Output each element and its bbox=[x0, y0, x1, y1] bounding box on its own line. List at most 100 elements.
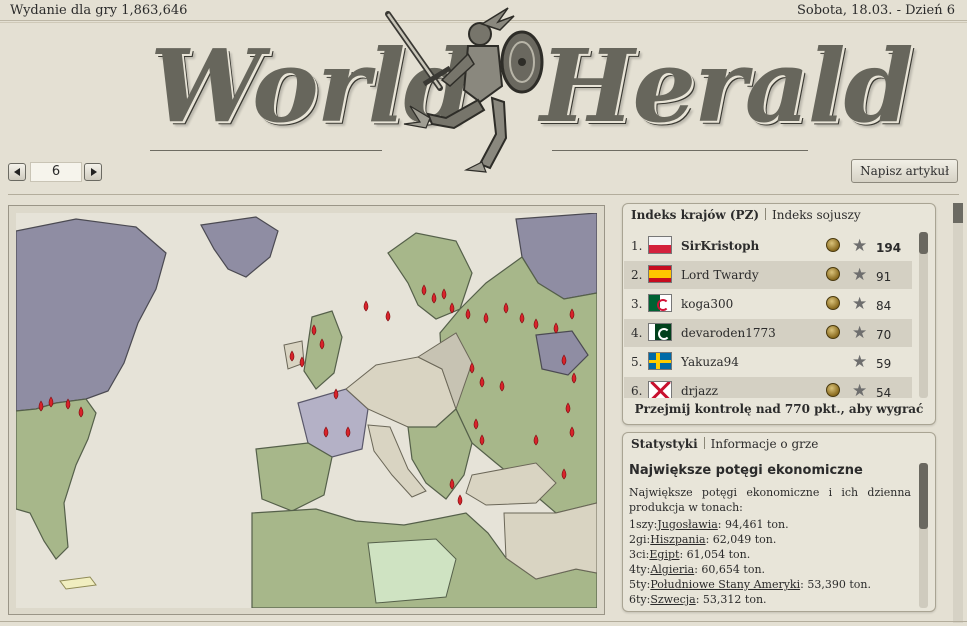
rank-number: 3. bbox=[631, 297, 643, 311]
stat-place: 4ty: bbox=[629, 563, 651, 576]
player-name[interactable]: Lord Twardy bbox=[681, 268, 759, 282]
stats-tabs: Statystyki Informacje o grze bbox=[631, 437, 818, 451]
flag-pakistan-icon bbox=[648, 323, 672, 341]
tab-game-info[interactable]: Informacje o grze bbox=[711, 437, 819, 451]
stat-value: : 53,312 ton. bbox=[695, 593, 767, 606]
tab-separator bbox=[765, 208, 767, 220]
star-icon: ★ bbox=[852, 381, 868, 398]
tab-statistics[interactable]: Statystyki bbox=[631, 437, 698, 451]
star-icon: ★ bbox=[852, 265, 868, 285]
page-number-input[interactable]: 6 bbox=[30, 162, 82, 182]
star-icon: ★ bbox=[852, 323, 868, 343]
arrow-right-icon bbox=[91, 168, 97, 176]
ranking-row[interactable]: 2. Lord Twardy ★ 91 bbox=[624, 261, 912, 289]
world-map[interactable] bbox=[16, 213, 597, 608]
flag-sweden-icon bbox=[648, 352, 672, 370]
tab-country-index[interactable]: Indeks krajów (PZ) bbox=[631, 208, 759, 222]
stat-place: 2gi: bbox=[629, 533, 651, 546]
stats-scrollbar-thumb[interactable] bbox=[919, 463, 928, 529]
country-link[interactable]: Hiszpania bbox=[650, 533, 705, 546]
stat-line: 5ty:Południowe Stany Ameryki: 53,390 ton… bbox=[629, 577, 911, 592]
tab-separator bbox=[703, 437, 705, 449]
victory-points: 194 bbox=[876, 241, 902, 255]
medal-icon bbox=[826, 325, 840, 339]
country-link[interactable]: Południowe Stany Ameryki bbox=[650, 578, 800, 591]
stat-line: 2gi:Hiszpania: 62,049 ton. bbox=[629, 532, 911, 547]
star-icon: ★ bbox=[852, 352, 868, 372]
stats-heading: Największe potęgi ekonomiczne bbox=[629, 463, 863, 478]
player-name[interactable]: drjazz bbox=[681, 384, 718, 398]
rank-number: 2. bbox=[631, 268, 643, 282]
ranking-row[interactable]: 5. Yakuza94 ★ 59 bbox=[624, 348, 912, 376]
star-icon: ★ bbox=[852, 236, 868, 256]
victory-points: 59 bbox=[876, 357, 892, 371]
stat-value: : 61,054 ton. bbox=[679, 548, 751, 561]
flag-burgundy-icon bbox=[648, 381, 672, 398]
masthead-rule-right bbox=[552, 150, 808, 151]
ranking-tabs: Indeks krajów (PZ) Indeks sojuszy bbox=[631, 208, 861, 222]
edition-pager: 6 bbox=[8, 162, 106, 184]
flag-spain-icon bbox=[648, 265, 672, 283]
player-name[interactable]: koga300 bbox=[681, 297, 733, 311]
next-page-button[interactable] bbox=[84, 163, 102, 181]
stat-line: 1szy:Jugosławia: 94,461 ton. bbox=[629, 517, 911, 532]
country-link[interactable]: Szwecja bbox=[650, 593, 695, 606]
stat-place: 6ty: bbox=[629, 593, 651, 606]
rank-number: 1. bbox=[631, 239, 643, 253]
country-link[interactable]: Algieria bbox=[650, 563, 694, 576]
country-index-panel: Indeks krajów (PZ) Indeks sojuszy 1. SirKr… bbox=[622, 203, 936, 425]
stat-place: 1szy: bbox=[629, 518, 658, 531]
stats-body: Największe potęgi ekonomiczne i ich dzie… bbox=[629, 485, 911, 607]
stats-scrollbar[interactable] bbox=[919, 463, 928, 608]
ranking-scrollbar[interactable] bbox=[919, 232, 928, 398]
flag-poland-icon bbox=[648, 236, 672, 254]
stats-intro: Największe potęgi ekonomiczne i ich dzie… bbox=[629, 486, 911, 514]
content-divider bbox=[8, 194, 959, 195]
country-link[interactable]: Jugosławia bbox=[657, 518, 717, 531]
ranking-row[interactable]: 3. koga300 ★ 84 bbox=[624, 290, 912, 318]
victory-points: 91 bbox=[876, 270, 892, 284]
tab-alliance-index[interactable]: Indeks sojuszy bbox=[772, 208, 861, 222]
medal-icon bbox=[826, 296, 840, 310]
victory-points: 84 bbox=[876, 299, 892, 313]
page-scrollbar-thumb[interactable] bbox=[953, 203, 963, 223]
victory-points: 54 bbox=[876, 386, 892, 398]
ranking-scrollbar-thumb[interactable] bbox=[919, 232, 928, 254]
write-article-button[interactable]: Napisz artykuł bbox=[851, 159, 958, 183]
stat-place: 5ty: bbox=[629, 578, 651, 591]
masthead-title-left: World bbox=[150, 27, 473, 145]
date-label: Sobota, 18.03. - Dzień 6 bbox=[796, 3, 955, 18]
stat-value: : 60,654 ton. bbox=[694, 563, 766, 576]
country-link[interactable]: Egipt bbox=[649, 548, 679, 561]
medal-icon bbox=[826, 267, 840, 281]
rank-number: 5. bbox=[631, 355, 643, 369]
edition-label: Wydanie dla gry 1,863,646 bbox=[10, 3, 188, 18]
masthead-title-right: Herald bbox=[540, 27, 914, 145]
stat-value: : 94,461 ton. bbox=[717, 518, 789, 531]
medal-icon bbox=[826, 238, 840, 252]
region-egypt[interactable] bbox=[367, 538, 457, 604]
player-name[interactable]: devaroden1773 bbox=[681, 326, 776, 340]
flag-algeria-icon bbox=[648, 294, 672, 312]
player-name[interactable]: Yakuza94 bbox=[681, 355, 739, 369]
rank-number: 6. bbox=[631, 384, 643, 398]
stat-line: 4ty:Algieria: 60,654 ton. bbox=[629, 562, 911, 577]
previous-page-button[interactable] bbox=[8, 163, 26, 181]
page-scrollbar[interactable] bbox=[953, 203, 963, 623]
player-name[interactable]: SirKristoph bbox=[681, 239, 759, 253]
stat-value: : 62,049 ton. bbox=[705, 533, 777, 546]
ranking-row[interactable]: 1. SirKristoph ★ 194 bbox=[624, 232, 912, 260]
stat-place: 3ci: bbox=[629, 548, 650, 561]
stats-lines: 1szy:Jugosławia: 94,461 ton. 2gi:Hiszpani… bbox=[629, 517, 911, 607]
medal-icon bbox=[826, 383, 840, 397]
ranking-row[interactable]: 4. devaroden1773 ★ 70 bbox=[624, 319, 912, 347]
arrow-left-icon bbox=[14, 168, 20, 176]
ranking-list: 1. SirKristoph ★ 194 2. Lord Twardy ★ 91 3. koga3… bbox=[624, 232, 912, 398]
stat-value: : 53,390 ton. bbox=[800, 578, 871, 591]
rank-number: 4. bbox=[631, 326, 643, 340]
ranking-row[interactable]: 6. drjazz ★ 54 bbox=[624, 377, 912, 398]
victory-points: 70 bbox=[876, 328, 892, 342]
winged-messenger-icon bbox=[385, 7, 544, 173]
stat-line: 6ty:Szwecja: 53,312 ton. bbox=[629, 592, 911, 607]
stat-line: 3ci:Egipt: 61,054 ton. bbox=[629, 547, 911, 562]
